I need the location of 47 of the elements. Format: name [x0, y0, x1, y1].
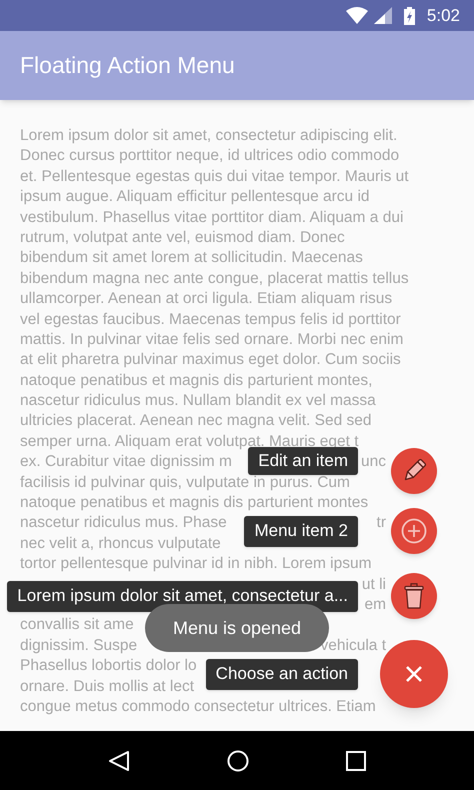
body-text-line: vestibulum. Phasellus vitae porttitor diam. Aliquam a dui	[20, 208, 404, 226]
body-text-line: ex. Curabitur vitae dignissim m	[20, 453, 232, 470]
body-text-line: nec velit a, rhoncus vulputate	[20, 534, 221, 552]
body-text-line: ultricies placerat. Aenean nec magna velit. Sed sed	[20, 412, 372, 430]
body-text-line: rutrum, volutpat ante vel, euismod diam. Donec	[20, 228, 345, 246]
plus-circle-icon	[401, 518, 427, 544]
status-time: 5:02	[426, 4, 460, 27]
body-text-line: tortor pellentesque pulvinar id in nibh. Lorem ipsum	[20, 555, 372, 572]
body-text-line: natoque penatibus et magnis dis parturient montes,	[20, 372, 372, 389]
body-text-line: Phasellus lobortis dolor lo	[20, 657, 197, 674]
body-text-line: mattis. In pulvinar vitae felis sed ornare. Morbi nec enim	[20, 330, 404, 348]
body-text-fragment: unc	[361, 452, 386, 472]
body-text-line: natoque penatibus et magnis dis parturient montes	[20, 494, 368, 512]
body-text-fragment: tr	[376, 513, 386, 534]
body-text-line: bibendum magna nec ante congue, placerat mattis tellus	[20, 270, 409, 287]
signal-icon	[374, 7, 392, 24]
body-text-line: ullamcorper. Aenean at orci ligula. Etiam aliquam risus	[20, 290, 392, 308]
body-text-line: Lorem ipsum dolor sit amet, consectetur adipiscing elit.	[20, 127, 398, 144]
trash-icon	[403, 583, 425, 609]
body-text-line: nascetur ridiculus mus. Nullam blandit ex vel massa	[20, 392, 376, 410]
menu-item-label: Menu item 2	[244, 516, 358, 546]
back-icon[interactable]	[108, 750, 130, 772]
body-text-line: facilisis id pulvinar quis, vulputate in purus. Cum	[20, 474, 350, 491]
close-icon	[405, 665, 423, 683]
action-label: Choose an action	[206, 658, 358, 690]
body-text-line: Donec cursus porttitor neque, id ultrices odio commodo	[20, 147, 400, 164]
menu-fab-button[interactable]	[391, 448, 437, 494]
home-icon[interactable]	[226, 750, 249, 772]
body-text-fragment: ut li	[362, 574, 386, 595]
menu-fab-button[interactable]	[391, 573, 437, 619]
body-text-line: nascetur ridiculus mus. Phase	[20, 514, 227, 532]
menu-item-label: Edit an item	[248, 447, 358, 475]
body-text-line: congue metus commodo consectetur ultrices. Etiam	[20, 698, 376, 715]
body-text-line: at elit pharetra pulvinar maximus eget dolor. Cum sociis	[20, 351, 401, 368]
body-text-line: dignissim. Suspe	[20, 636, 138, 654]
body-text-line: ornare. Duis mollis at lect	[20, 678, 194, 695]
app-title: Floating Action Menu	[20, 51, 235, 80]
battery-charging-icon	[404, 6, 415, 24]
body-text-line: vel egestas faucibus. Maecenas tempus felis id porttitor	[20, 310, 401, 328]
body-text-fragment: vehicula t	[320, 636, 386, 656]
body-text-fragment: em	[364, 594, 386, 615]
body-text-line: convallis sit ame	[20, 616, 134, 634]
body-text-line: et. Pellentesque egestas quis dui vitae tempor. Mauris ut	[20, 168, 409, 185]
recents-icon[interactable]	[346, 750, 366, 770]
body-text-line: bibendum sit amet lorem at sollicitudin. Maecenas	[20, 249, 363, 266]
wifi-icon	[346, 7, 368, 24]
body-text-line: ipsum augue. Aliquam efficitur pellentesque arcu id	[20, 188, 370, 206]
